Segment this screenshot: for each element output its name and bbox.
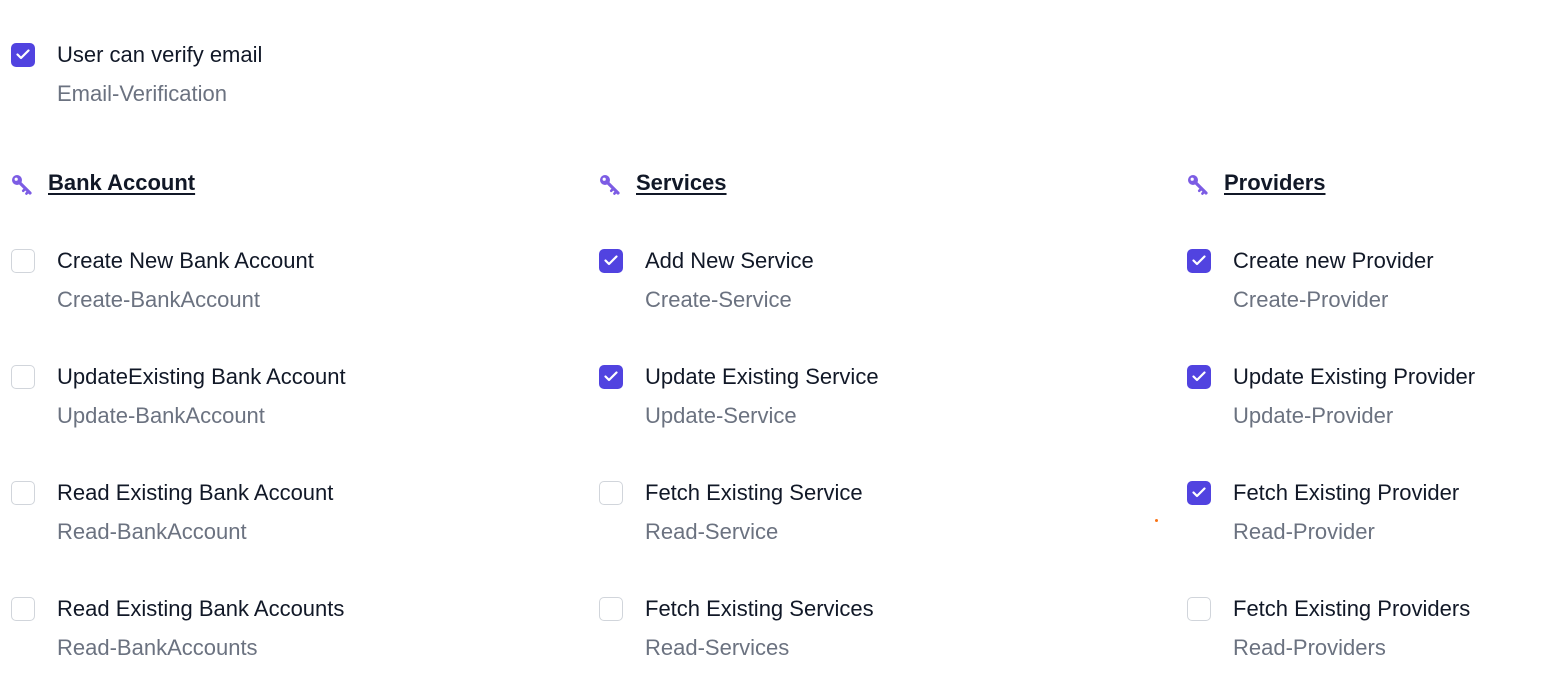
permission-code: Read-Providers	[1233, 635, 1386, 660]
key-icon	[1188, 175, 1208, 195]
permission-item: Read Existing Bank Accounts Read-BankAcc…	[11, 595, 571, 665]
permission-checkbox[interactable]	[599, 249, 623, 273]
permission-code: Update-Service	[645, 403, 797, 428]
permission-code: Read-Services	[645, 635, 790, 660]
group-header-services: Services	[598, 169, 998, 199]
permission-label: Read Existing Bank Accounts	[57, 596, 345, 621]
permission-code: Read-Service	[645, 519, 779, 544]
checkmark-icon	[604, 371, 618, 382]
permission-item: Fetch Existing Service Read-Service	[599, 479, 1159, 549]
group-title-bank-account[interactable]: Bank Account	[48, 169, 195, 197]
permission-code: Create-Service	[645, 287, 792, 312]
checkmark-icon	[1192, 255, 1206, 266]
permission-checkbox[interactable]	[1187, 481, 1211, 505]
permission-code: Email-Verification	[57, 81, 227, 106]
permission-item: Fetch Existing Provider Read-Provider	[1187, 479, 1547, 549]
group-header-bank-account: Bank Account	[10, 169, 410, 199]
permission-label: Update Existing Provider	[1233, 364, 1476, 389]
permission-label: Create new Provider	[1233, 248, 1434, 273]
group-title-services[interactable]: Services	[636, 169, 727, 197]
permission-checkbox[interactable]	[11, 365, 35, 389]
key-icon	[12, 175, 32, 195]
permission-item: Update Existing Service Update-Service	[599, 363, 1159, 433]
permission-label: Update Existing Service	[645, 364, 879, 389]
permission-label: Fetch Existing Providers	[1233, 596, 1471, 621]
permission-item: Fetch Existing Providers Read-Providers	[1187, 595, 1547, 665]
permission-code: Read-Provider	[1233, 519, 1375, 544]
permission-label: User can verify email	[57, 42, 263, 67]
permission-checkbox[interactable]	[11, 597, 35, 621]
permission-code: Read-BankAccounts	[57, 635, 258, 660]
permission-label: Read Existing Bank Account	[57, 480, 334, 505]
permission-checkbox[interactable]	[11, 249, 35, 273]
permission-item: Fetch Existing Services Read-Services	[599, 595, 1159, 665]
key-icon	[600, 175, 620, 195]
permission-code: Update-BankAccount	[57, 403, 265, 428]
stray-dot	[1155, 519, 1158, 522]
permission-item-email-verification: User can verify email Email-Verification	[11, 41, 571, 111]
checkmark-icon	[1192, 487, 1206, 498]
permission-code: Read-BankAccount	[57, 519, 247, 544]
permission-checkbox[interactable]	[1187, 249, 1211, 273]
permission-label: Create New Bank Account	[57, 248, 314, 273]
group-title-providers[interactable]: Providers	[1224, 169, 1326, 197]
permission-code: Create-BankAccount	[57, 287, 260, 312]
permission-item: Add New Service Create-Service	[599, 247, 1159, 317]
permission-label: UpdateExisting Bank Account	[57, 364, 346, 389]
permission-checkbox[interactable]	[1187, 365, 1211, 389]
permission-checkbox[interactable]	[11, 481, 35, 505]
email-verification-checkbox[interactable]	[11, 43, 35, 67]
permission-checkbox[interactable]	[599, 365, 623, 389]
group-header-providers: Providers	[1186, 169, 1553, 199]
permission-label: Fetch Existing Services	[645, 596, 874, 621]
permission-label: Fetch Existing Service	[645, 480, 863, 505]
permission-item: Read Existing Bank Account Read-BankAcco…	[11, 479, 571, 549]
permission-label: Add New Service	[645, 248, 814, 273]
permission-code: Update-Provider	[1233, 403, 1394, 428]
permission-item: UpdateExisting Bank Account Update-BankA…	[11, 363, 571, 433]
permission-code: Create-Provider	[1233, 287, 1389, 312]
checkmark-icon	[604, 255, 618, 266]
checkmark-icon	[1192, 371, 1206, 382]
permission-item: Create New Bank Account Create-BankAccou…	[11, 247, 571, 317]
permission-label: Fetch Existing Provider	[1233, 480, 1460, 505]
permission-checkbox[interactable]	[599, 597, 623, 621]
permission-item: Create new Provider Create-Provider	[1187, 247, 1547, 317]
permission-item: Update Existing Provider Update-Provider	[1187, 363, 1547, 433]
checkmark-icon	[16, 49, 30, 60]
permission-checkbox[interactable]	[1187, 597, 1211, 621]
permission-checkbox[interactable]	[599, 481, 623, 505]
